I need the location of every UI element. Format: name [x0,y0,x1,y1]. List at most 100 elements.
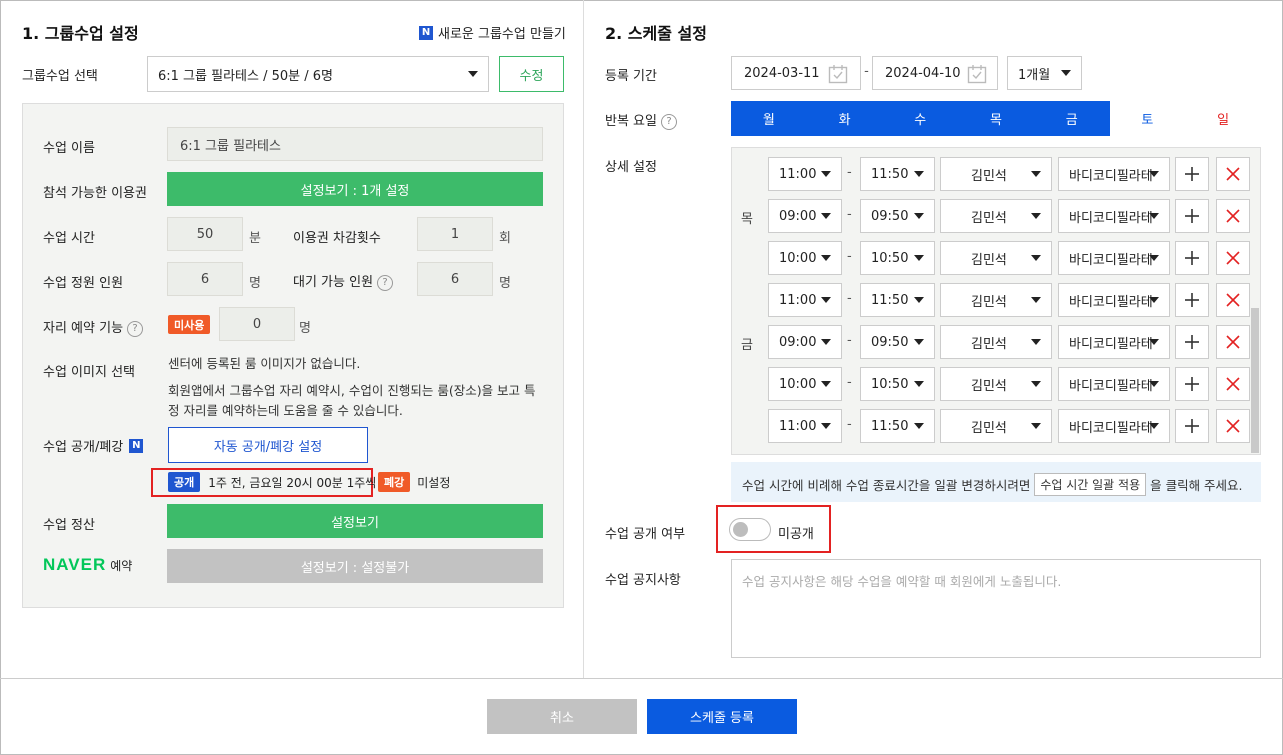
chevron-down-icon [914,297,924,303]
delete-row-button[interactable] [1216,157,1250,191]
delete-row-button[interactable] [1216,367,1250,401]
end-time-select[interactable]: 10:50 [860,241,935,275]
room-select[interactable]: 바디코디필라테 [1058,409,1170,443]
settle-settings-button[interactable]: 설정보기 [167,504,543,538]
plus-icon [1185,377,1199,391]
start-time-select[interactable]: 09:00 [768,325,842,359]
register-schedule-button[interactable]: 스케줄 등록 [647,699,797,734]
duration-label: 수업 시간 [43,231,95,246]
chevron-down-icon [821,381,831,387]
delete-row-button[interactable] [1216,241,1250,275]
room-select[interactable]: 바디코디필라테 [1058,367,1170,401]
instructor-select[interactable]: 김민석 [940,283,1052,317]
instructor-select[interactable]: 김민석 [940,157,1052,191]
instructor-select[interactable]: 김민석 [940,367,1052,401]
start-time-select[interactable]: 10:00 [768,367,842,401]
end-time-select[interactable]: 09:50 [860,325,935,359]
group-class-select-label: 그룹수업 선택 [22,69,98,84]
start-time-select-value: 09:00 [779,208,817,224]
end-date-input[interactable]: 2024-04-10 [872,56,998,90]
class-name-field: 6:1 그룹 필라테스 [167,127,543,161]
end-date-value: 2024-04-10 [885,65,961,81]
end-time-select-value: 10:50 [871,376,909,392]
end-time-select[interactable]: 11:50 [860,283,935,317]
weekday-5[interactable]: 토 [1109,101,1186,136]
start-time-select[interactable]: 11:00 [768,409,842,443]
start-time-select-value: 10:00 [779,376,817,392]
help-icon[interactable]: ? [127,320,144,337]
instructor-select-value: 김민석 [971,168,1007,184]
delete-row-button[interactable] [1216,283,1250,317]
new-group-class-link[interactable]: N 새로운 그룹수업 만들기 [419,23,566,42]
end-time-select-value: 11:50 [871,292,909,308]
period-select[interactable]: 1개월 [1007,56,1082,90]
start-time-select[interactable]: 11:00 [768,283,842,317]
close-setting-text: 미설정 [417,475,451,490]
naver-logo: NAVER [43,555,107,574]
start-time-select[interactable]: 09:00 [768,199,842,233]
add-row-button[interactable] [1175,367,1209,401]
delete-row-button[interactable] [1216,325,1250,359]
edit-button[interactable]: 수정 [499,56,564,92]
date-separator: - [864,64,869,79]
chevron-down-icon [821,423,831,429]
auto-publish-button[interactable]: 자동 공개/폐강 설정 [168,427,368,463]
start-time-select[interactable]: 11:00 [768,157,842,191]
help-icon[interactable]: ? [660,113,677,130]
group-class-select-value: 6:1 그룹 필라테스 / 50분 / 6명 [158,68,333,84]
delete-row-button[interactable] [1216,409,1250,443]
capacity-label: 수업 정원 인원 [43,276,124,291]
add-row-button[interactable] [1175,241,1209,275]
end-time-select[interactable]: 10:50 [860,367,935,401]
public-toggle[interactable] [729,518,771,541]
start-time-select[interactable]: 10:00 [768,241,842,275]
chevron-down-icon [914,339,924,345]
scrollbar-thumb[interactable] [1251,308,1259,453]
room-select[interactable]: 바디코디필라테 [1058,157,1170,191]
weekday-4[interactable]: 금 [1033,101,1110,136]
add-row-button[interactable] [1175,283,1209,317]
instructor-select-value: 김민석 [971,252,1007,268]
ticket-settings-button[interactable]: 설정보기 : 1개 설정 [167,172,543,206]
plus-icon [1185,251,1199,265]
add-row-button[interactable] [1175,409,1209,443]
chevron-down-icon [1061,70,1071,76]
open-setting-text: 1주 전, 금요일 20시 00분 1주씩 [208,475,377,490]
end-time-select[interactable]: 09:50 [860,199,935,233]
end-time-select[interactable]: 11:50 [860,409,935,443]
room-select[interactable]: 바디코디필라테 [1058,241,1170,275]
add-row-button[interactable] [1175,199,1209,233]
weekday-0[interactable]: 월 [731,101,807,136]
instructor-select[interactable]: 김민석 [940,241,1052,275]
end-time-select-value: 09:50 [871,208,909,224]
weekday-6[interactable]: 일 [1185,101,1261,136]
image-help-text-1: 회원앱에서 그룹수업 자리 예약시, 수업이 진행되는 룸(장소)을 보고 특 [168,383,536,398]
batch-apply-button[interactable]: 수업 시간 일괄 적용 [1034,473,1147,496]
room-select[interactable]: 바디코디필라테 [1058,283,1170,317]
end-time-select-value: 11:50 [871,166,909,182]
chevron-down-icon [821,213,831,219]
add-row-button[interactable] [1175,157,1209,191]
help-icon[interactable]: ? [377,274,394,291]
weekday-3[interactable]: 목 [958,101,1034,136]
instructor-select[interactable]: 김민석 [940,199,1052,233]
weekday-2[interactable]: 수 [882,101,959,136]
add-row-button[interactable] [1175,325,1209,359]
plus-icon [1185,167,1199,181]
instructor-select[interactable]: 김민석 [940,325,1052,359]
end-time-select[interactable]: 11:50 [860,157,935,191]
start-date-input[interactable]: 2024-03-11 [731,56,861,90]
image-empty-text: 센터에 등록된 룸 이미지가 없습니다. [168,356,361,371]
delete-row-button[interactable] [1216,199,1250,233]
notice-textarea[interactable]: 수업 공지사항은 해당 수업을 예약할 때 회원에게 노출됩니다. [731,559,1261,658]
room-select[interactable]: 바디코디필라테 [1058,199,1170,233]
instructor-select-value: 김민석 [971,378,1007,394]
weekday-1[interactable]: 화 [806,101,883,136]
instructor-select[interactable]: 김민석 [940,409,1052,443]
plus-icon [1185,209,1199,223]
group-class-select[interactable]: 6:1 그룹 필라테스 / 50분 / 6명 [147,56,489,92]
cancel-button[interactable]: 취소 [487,699,637,734]
room-select[interactable]: 바디코디필라테 [1058,325,1170,359]
row-day-label: 목 [741,212,753,227]
public-label: 수업 공개 여부 [605,527,686,542]
